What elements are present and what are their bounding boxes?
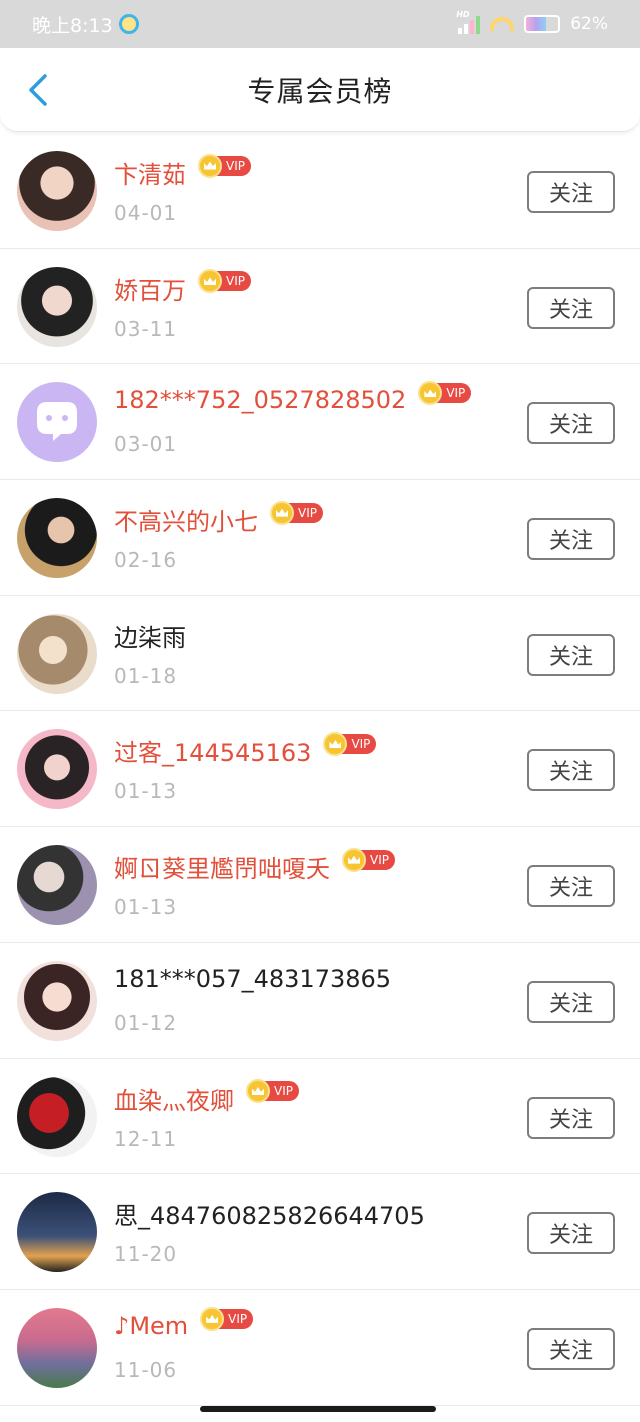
hd-label: HD xyxy=(456,10,470,19)
name-line: 思_484760825826644705 xyxy=(114,1196,425,1231)
member-row[interactable]: 不高兴的小七 VIP 02-16 关注 xyxy=(0,480,640,596)
member-name[interactable]: 不高兴的小七 xyxy=(114,502,258,537)
vip-badge: VIP xyxy=(323,731,377,756)
member-date: 01-18 xyxy=(114,663,178,688)
avatar[interactable] xyxy=(17,729,97,810)
member-row[interactable]: ♪Mem VIP 11-06 关注 xyxy=(0,1290,640,1406)
battery-fill xyxy=(526,17,547,31)
member-date: 01-13 xyxy=(114,779,178,804)
name-line: 血染灬夜卿 VIP xyxy=(114,1079,299,1116)
member-date: 02-16 xyxy=(114,548,178,573)
member-row[interactable]: 182***752_0527828502 VIP 03-01 关注 xyxy=(0,364,640,481)
name-line: 婀ㄖ葵里尷閅咄嗄夭 VIP xyxy=(114,847,395,884)
avatar[interactable] xyxy=(17,498,97,579)
status-time: 晚上8:13 xyxy=(32,14,113,37)
name-line: 卞清茹 VIP xyxy=(114,153,251,190)
avatar[interactable] xyxy=(17,960,97,1041)
member-row[interactable]: 边柒雨 01-18 关注 xyxy=(0,596,640,712)
status-left: 晚上8:13 xyxy=(32,11,139,38)
vip-badge: VIP xyxy=(200,1306,254,1331)
member-name[interactable]: 血染灬夜卿 xyxy=(114,1081,234,1116)
crown-icon xyxy=(246,1079,270,1103)
vip-badge: VIP xyxy=(342,847,395,872)
member-date: 12-11 xyxy=(114,1126,178,1151)
nav-bar: 专属会员榜 xyxy=(0,48,640,132)
member-row[interactable]: 卞清茹 VIP 04-01 关注 xyxy=(0,133,640,249)
name-line: ♪Mem VIP xyxy=(114,1306,254,1340)
avatar[interactable] xyxy=(17,1307,97,1388)
follow-button[interactable]: 关注 xyxy=(527,1212,615,1255)
member-name[interactable]: 过客_144545163 xyxy=(114,733,311,768)
member-name[interactable]: 婀ㄖ葵里尷閅咄嗄夭 xyxy=(114,849,330,884)
status-right: HD 62% xyxy=(456,10,608,34)
battery-icon xyxy=(524,15,561,33)
crown-icon xyxy=(342,847,366,872)
member-name[interactable]: 娇百万 xyxy=(114,271,186,306)
vip-badge: VIP xyxy=(270,500,323,525)
member-row[interactable]: 思_484760825826644705 11-20 关注 xyxy=(0,1174,640,1290)
member-row[interactable]: 过客_144545163 VIP 01-13 关注 xyxy=(0,711,640,828)
follow-button[interactable]: 关注 xyxy=(527,865,615,908)
home-indicator[interactable] xyxy=(200,1406,436,1412)
member-date: 11-06 xyxy=(114,1357,178,1382)
vip-badge: VIP xyxy=(418,381,472,406)
name-line: 边柒雨 xyxy=(114,618,186,653)
vip-badge: VIP xyxy=(198,153,251,178)
crown-icon xyxy=(198,269,222,294)
chevron-left-icon xyxy=(29,74,47,106)
member-list: 卞清茹 VIP 04-01 关注 娇百万 VIP 03-11 关注 182***752_0527… xyxy=(0,133,640,1406)
back-button[interactable] xyxy=(22,72,54,108)
name-line: 娇百万 VIP xyxy=(114,269,251,306)
name-line: 182***752_0527828502 VIP xyxy=(114,381,472,414)
name-line: 181***057_483173865 xyxy=(114,965,391,993)
signal-icon: HD xyxy=(456,10,481,34)
avatar[interactable] xyxy=(17,151,97,231)
member-name[interactable]: 卞清茹 xyxy=(114,155,186,190)
member-row[interactable]: 血染灬夜卿 VIP 12-11 关注 xyxy=(0,1059,640,1175)
chat-bubble-icon xyxy=(37,402,77,442)
page-title: 专属会员榜 xyxy=(247,74,393,108)
member-date: 01-12 xyxy=(114,1010,178,1035)
member-name[interactable]: ♪Mem xyxy=(114,1312,188,1340)
member-date: 01-13 xyxy=(114,895,178,920)
vip-badge: VIP xyxy=(246,1079,299,1103)
crown-icon xyxy=(200,1306,225,1331)
member-row[interactable]: 婀ㄖ葵里尷閅咄嗄夭 VIP 01-13 关注 xyxy=(0,827,640,943)
avatar[interactable] xyxy=(17,266,97,347)
avatar[interactable] xyxy=(17,613,97,694)
follow-button[interactable]: 关注 xyxy=(527,749,615,792)
battery-percent: 62% xyxy=(570,14,608,34)
member-name[interactable]: 思_484760825826644705 xyxy=(114,1196,425,1231)
follow-button[interactable]: 关注 xyxy=(527,633,615,676)
member-date: 03-01 xyxy=(114,432,178,457)
follow-button[interactable]: 关注 xyxy=(527,286,615,329)
status-bar: 晚上8:13 HD 62% xyxy=(0,0,640,48)
name-line: 过客_144545163 VIP xyxy=(114,731,377,768)
member-row[interactable]: 娇百万 VIP 03-11 关注 xyxy=(0,249,640,365)
member-name[interactable]: 182***752_0527828502 xyxy=(114,386,406,414)
member-date: 11-20 xyxy=(114,1242,178,1267)
member-name[interactable]: 边柒雨 xyxy=(114,618,186,653)
member-date: 04-01 xyxy=(114,201,178,225)
follow-button[interactable]: 关注 xyxy=(527,1327,615,1370)
avatar[interactable] xyxy=(17,845,97,926)
vip-badge: VIP xyxy=(198,269,251,294)
member-row[interactable]: 181***057_483173865 01-12 关注 xyxy=(0,943,640,1059)
avatar[interactable] xyxy=(17,1076,97,1157)
follow-button[interactable]: 关注 xyxy=(527,980,615,1023)
name-line: 不高兴的小七 VIP xyxy=(114,500,323,537)
follow-button[interactable]: 关注 xyxy=(527,171,615,213)
crown-icon xyxy=(198,153,222,178)
avatar[interactable] xyxy=(17,1192,97,1273)
follow-button[interactable]: 关注 xyxy=(527,402,615,445)
follow-button[interactable]: 关注 xyxy=(527,518,615,561)
alarm-icon xyxy=(118,14,139,34)
member-name[interactable]: 181***057_483173865 xyxy=(114,965,391,993)
follow-button[interactable]: 关注 xyxy=(527,1096,615,1139)
avatar[interactable] xyxy=(17,382,97,463)
wifi-icon xyxy=(490,17,515,31)
member-date: 03-11 xyxy=(114,316,178,341)
crown-icon xyxy=(270,500,294,525)
